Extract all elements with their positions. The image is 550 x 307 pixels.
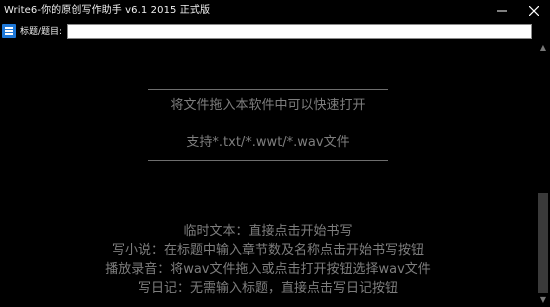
- usage-hint-temp-text: 临时文本：直接点击开始书写: [183, 224, 353, 239]
- usage-hint-novel: 写小说：在标题中输入章节数及名称点击开始书写按钮: [111, 243, 424, 258]
- title-field-label: 标题/题目:: [20, 27, 63, 37]
- vertical-scrollbar[interactable]: ▲ ▼: [536, 41, 550, 307]
- minimize-button[interactable]: [486, 0, 518, 23]
- scroll-thumb[interactable]: [538, 193, 548, 293]
- hamburger-menu-icon[interactable]: [2, 24, 16, 38]
- close-button[interactable]: [518, 0, 550, 23]
- divider-bottom: [148, 160, 388, 161]
- title-bar: Write6-你的原创写作助手 v6.1 2015 正式版: [0, 0, 550, 24]
- title-input[interactable]: [67, 24, 532, 39]
- scroll-down-icon[interactable]: ▼: [536, 293, 550, 307]
- window-title: Write6-你的原创写作助手 v6.1 2015 正式版: [4, 5, 211, 16]
- close-icon: [529, 6, 539, 16]
- drag-hint-text: 将文件拖入本软件中可以快速打开: [170, 98, 366, 113]
- editor-area[interactable]: 将文件拖入本软件中可以快速打开 支持*.txt/*.wwt/*.wav文件 临时…: [0, 41, 536, 307]
- scroll-up-icon[interactable]: ▲: [536, 41, 550, 55]
- divider-top: [148, 89, 388, 90]
- minimize-icon: [497, 10, 507, 12]
- usage-hint-diary: 写日记：无需输入标题，直接点击写日记按钮: [137, 281, 398, 296]
- supported-formats-text: 支持*.txt/*.wwt/*.wav文件: [186, 135, 350, 150]
- usage-hint-playback: 播放录音：将wav文件拖入或点击打开按钮选择wav文件: [105, 262, 431, 277]
